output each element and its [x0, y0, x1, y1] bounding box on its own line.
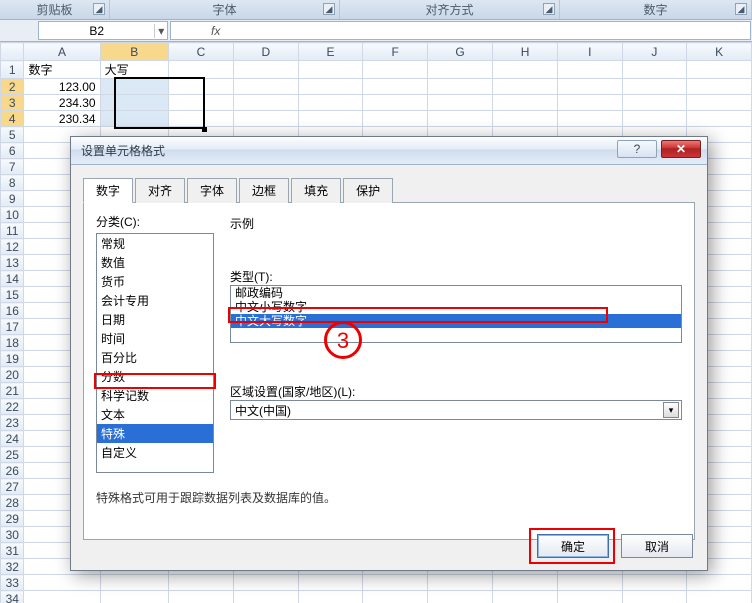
- tab-panel-number: 分类(C): 常规数值货币会计专用日期时间百分比分数科学记数文本特殊自定义 示例…: [83, 202, 695, 540]
- category-item[interactable]: 百分比: [97, 348, 213, 367]
- category-item[interactable]: 特殊: [97, 424, 213, 443]
- format-cells-dialog: 设置单元格格式 ? ✕ 数字对齐字体边框填充保护 分类(C): 常规数值货币会计…: [70, 136, 708, 571]
- ok-button[interactable]: 确定: [537, 534, 609, 558]
- category-item[interactable]: 自定义: [97, 443, 213, 462]
- category-item[interactable]: 数值: [97, 253, 213, 272]
- locale-combobox[interactable]: 中文(中国) ▾: [230, 400, 682, 420]
- category-item[interactable]: 货币: [97, 272, 213, 291]
- help-icon: ?: [634, 142, 641, 156]
- category-item[interactable]: 常规: [97, 234, 213, 253]
- category-item[interactable]: 分数: [97, 367, 213, 386]
- right-pane: 示例 类型(T): 邮政编码中文小写数字中文大写数字 3 区域设置(国家/地区)…: [230, 215, 682, 420]
- type-item[interactable]: 中文大写数字: [231, 314, 681, 328]
- close-icon: ✕: [676, 142, 686, 156]
- dialog-button-row: 确定 取消: [537, 534, 693, 558]
- dialog-backdrop: 设置单元格格式 ? ✕ 数字对齐字体边框填充保护 分类(C): 常规数值货币会计…: [0, 0, 752, 603]
- category-item[interactable]: 科学记数: [97, 386, 213, 405]
- dialog-tab[interactable]: 字体: [187, 178, 237, 203]
- format-note: 特殊格式可用于跟踪数据列表及数据库的值。: [96, 489, 336, 506]
- dialog-close-button[interactable]: ✕: [661, 140, 701, 158]
- category-listbox[interactable]: 常规数值货币会计专用日期时间百分比分数科学记数文本特殊自定义: [96, 233, 214, 473]
- example-value: [230, 232, 682, 262]
- dialog-tabs: 数字对齐字体边框填充保护: [83, 177, 695, 202]
- category-item[interactable]: 文本: [97, 405, 213, 424]
- category-item[interactable]: 会计专用: [97, 291, 213, 310]
- dialog-tab[interactable]: 保护: [343, 178, 393, 203]
- type-listbox[interactable]: 邮政编码中文小写数字中文大写数字: [230, 285, 682, 343]
- locale-label: 区域设置(国家/地区)(L):: [230, 383, 682, 400]
- type-label: 类型(T):: [230, 268, 682, 285]
- dialog-tab[interactable]: 填充: [291, 178, 341, 203]
- chevron-down-icon[interactable]: ▾: [663, 402, 679, 418]
- dialog-title: 设置单元格格式: [81, 142, 165, 159]
- type-item[interactable]: 中文小写数字: [231, 300, 681, 314]
- category-item[interactable]: 日期: [97, 310, 213, 329]
- dialog-tab[interactable]: 数字: [83, 178, 133, 203]
- dialog-tab[interactable]: 对齐: [135, 178, 185, 203]
- dialog-help-button[interactable]: ?: [617, 140, 657, 158]
- type-item[interactable]: 邮政编码: [231, 286, 681, 300]
- dialog-body: 数字对齐字体边框填充保护 分类(C): 常规数值货币会计专用日期时间百分比分数科…: [71, 165, 707, 570]
- dialog-tab[interactable]: 边框: [239, 178, 289, 203]
- category-item[interactable]: 时间: [97, 329, 213, 348]
- cancel-button[interactable]: 取消: [621, 534, 693, 558]
- locale-value: 中文(中国): [235, 402, 291, 419]
- example-label: 示例: [230, 215, 682, 232]
- dialog-titlebar[interactable]: 设置单元格格式 ? ✕: [71, 137, 707, 165]
